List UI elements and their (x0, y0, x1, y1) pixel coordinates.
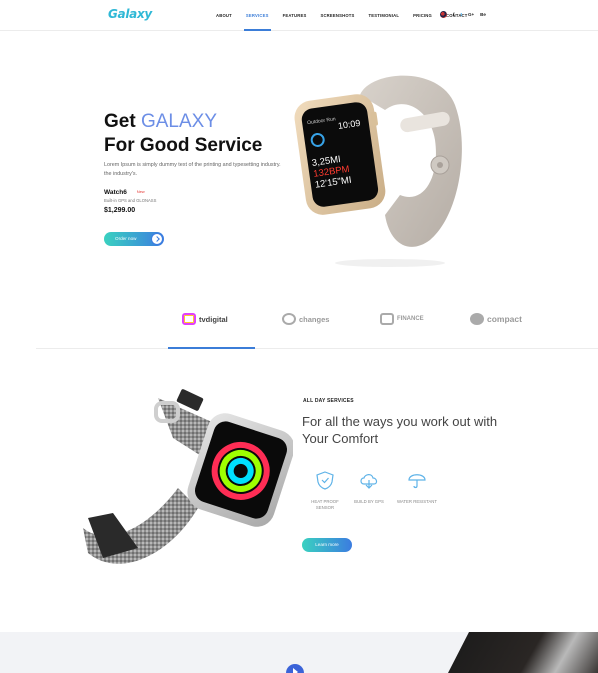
brand-changes[interactable]: changes (282, 313, 329, 325)
product-subtitle: Built-in GPS and GLONASS (104, 198, 157, 203)
google-plus-icon[interactable]: G+ (468, 12, 474, 17)
brand-compact-label: compact (487, 314, 522, 324)
nav-item-pricing[interactable]: PRICING (413, 13, 432, 18)
feature-build-by-gps-label: BUILD BY GPS (354, 499, 384, 504)
brand-tvdigital[interactable]: tvdigital (182, 313, 228, 325)
shield-icon (316, 471, 334, 490)
language-flag-icon[interactable] (440, 11, 447, 18)
product-name: Watch6 New (104, 189, 145, 196)
nav-item-about[interactable]: ABOUT (216, 13, 232, 18)
changes-icon (282, 313, 296, 325)
brand-compact[interactable]: compact (470, 313, 522, 325)
hero-description: Lorem Ipsum is simply dummy text of the … (104, 162, 281, 177)
nav-item-screenshots[interactable]: SCREENSHOTS (320, 13, 354, 18)
services-title: For all the ways you work out with Your … (302, 414, 498, 446)
top-navbar: Galaxy ABOUT SERVICES FEATURES SCREENSHO… (0, 0, 598, 31)
order-now-label: Order now (115, 236, 137, 241)
brands-active-indicator (168, 347, 255, 349)
brands-divider (36, 348, 598, 349)
brand-tvdigital-label: tvdigital (199, 314, 228, 324)
nav-item-services[interactable]: SERVICES (243, 13, 271, 31)
umbrella-icon (408, 474, 426, 489)
hero-title-prefix: Get (104, 111, 136, 132)
new-badge: New (136, 189, 145, 194)
twitter-icon[interactable]: t (461, 12, 463, 17)
feature-heat-proof-label: HEAT PROOF SENSOR (311, 499, 339, 510)
arrow-right-icon (151, 233, 163, 245)
feature-heat-proof: HEAT PROOF SENSOR (302, 470, 348, 511)
tv-icon (182, 313, 196, 325)
brand-logo[interactable]: Galaxy (108, 7, 152, 21)
hero-title-line2: For Good Service (104, 135, 263, 156)
behance-icon[interactable]: Be (480, 12, 486, 17)
product-price: $1,299.00 (104, 207, 136, 214)
cloud-icon (360, 474, 378, 489)
hero-watch-image: Outdoor Run 10:09 3,25MI 132BPM 12'15"MI (294, 75, 462, 267)
hero-title: Get GALAXY For Good Service (104, 110, 262, 158)
facebook-icon[interactable]: f (453, 12, 455, 17)
services-watch-image (83, 389, 293, 564)
model-photo (448, 632, 598, 673)
hero-title-accent: GALAXY (140, 111, 218, 132)
brand-changes-label: changes (299, 314, 330, 324)
feature-water-resistant-label: WATER RESISTANT (396, 499, 438, 504)
nav-item-features[interactable]: FEATURES (283, 13, 307, 18)
brand-logos: tvdigital changes FINANCE compact (168, 305, 548, 350)
feature-build-by-gps: BUILD BY GPS (346, 470, 392, 505)
nav-item-testimonial[interactable]: TESTIMONIAL (369, 13, 400, 18)
services-label: ALL DAY SERVICES (303, 398, 354, 404)
finance-icon (380, 313, 394, 325)
product-name-text: Watch6 (104, 189, 127, 196)
brand-finance[interactable]: FINANCE (380, 313, 424, 325)
learn-more-button[interactable]: Learn more (302, 538, 352, 552)
order-now-button[interactable]: Order now (104, 232, 164, 246)
brand-finance-label: FINANCE (397, 316, 424, 322)
compact-icon (470, 313, 484, 325)
social-links: f t G+ Be (440, 11, 486, 18)
feature-water-resistant: WATER RESISTANT (394, 470, 440, 505)
